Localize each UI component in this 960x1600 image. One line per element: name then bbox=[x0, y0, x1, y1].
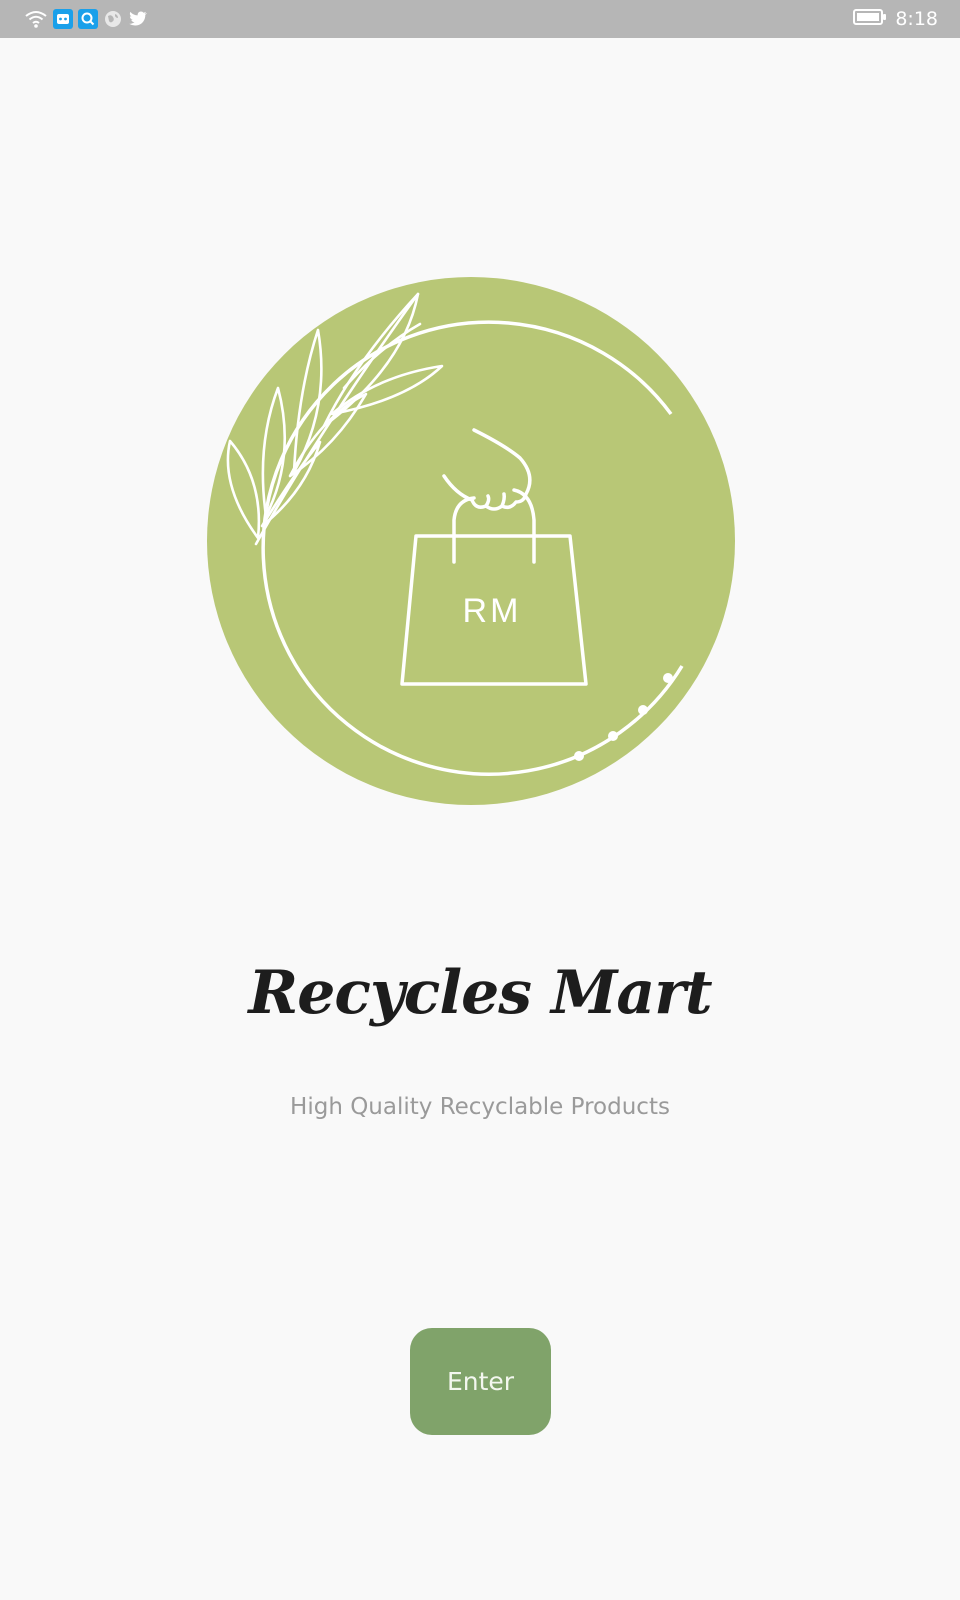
wifi-icon bbox=[24, 9, 48, 29]
logo-dot bbox=[574, 751, 584, 761]
logo-dot bbox=[608, 731, 618, 741]
search-app-icon bbox=[78, 9, 98, 29]
battery-icon bbox=[853, 8, 887, 30]
app-logo: RM bbox=[206, 276, 736, 806]
app-tagline: High Quality Recyclable Products bbox=[290, 1094, 670, 1120]
twitter-icon bbox=[128, 10, 148, 28]
status-bar: 8:18 bbox=[0, 0, 960, 38]
logo-dot bbox=[638, 705, 648, 715]
enter-button[interactable]: Enter bbox=[410, 1328, 551, 1435]
app-title: Recycles Mart bbox=[248, 958, 712, 1028]
robot-app-icon bbox=[53, 9, 73, 29]
status-bar-notifications bbox=[24, 8, 148, 30]
logo-dot bbox=[663, 673, 673, 683]
globe-icon bbox=[103, 9, 123, 29]
logo-monogram: RM bbox=[463, 592, 522, 630]
logo-circle bbox=[207, 277, 735, 805]
status-bar-system: 8:18 bbox=[853, 7, 938, 31]
clock: 8:18 bbox=[895, 8, 938, 30]
